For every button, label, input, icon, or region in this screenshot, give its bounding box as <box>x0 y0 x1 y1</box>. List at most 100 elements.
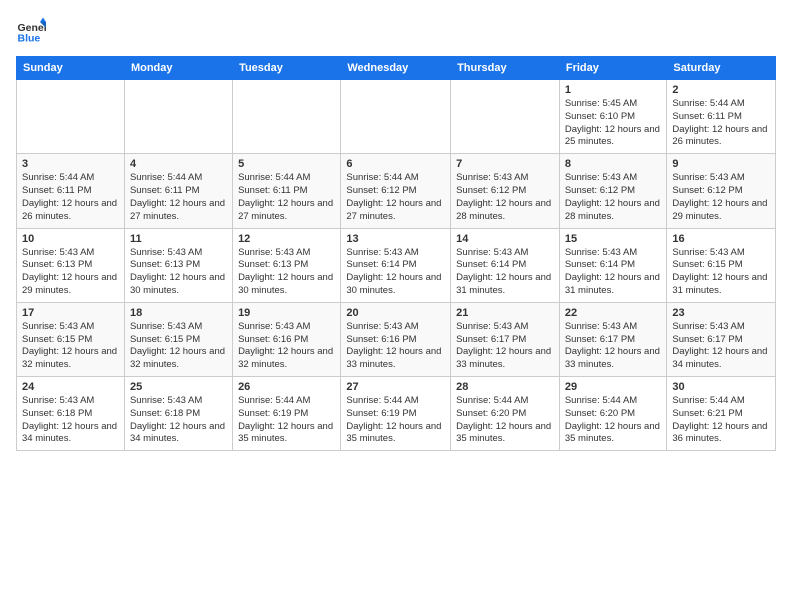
day-detail: Sunrise: 5:43 AM Sunset: 6:14 PM Dayligh… <box>565 247 662 298</box>
calendar: SundayMondayTuesdayWednesdayThursdayFrid… <box>16 56 776 451</box>
day-number: 17 <box>22 307 119 319</box>
day-detail: Sunrise: 5:43 AM Sunset: 6:16 PM Dayligh… <box>238 321 335 372</box>
weekday-header-friday: Friday <box>559 57 667 80</box>
calendar-day-23: 23 Sunrise: 5:43 AM Sunset: 6:17 PM Dayli… <box>667 302 776 376</box>
day-number: 2 <box>672 84 770 96</box>
day-detail: Sunrise: 5:44 AM Sunset: 6:20 PM Dayligh… <box>456 395 554 446</box>
day-number: 29 <box>565 381 662 393</box>
calendar-week-1: 1 Sunrise: 5:45 AM Sunset: 6:10 PM Daylig… <box>17 80 776 154</box>
calendar-day-17: 17Sunrise: 5:43 AM Sunset: 6:15 PM Dayli… <box>17 302 125 376</box>
calendar-day-30: 30 Sunrise: 5:44 AM Sunset: 6:21 PM Dayli… <box>667 377 776 451</box>
day-detail: Sunrise: 5:43 AM Sunset: 6:17 PM Dayligh… <box>456 321 554 372</box>
day-number: 5 <box>238 158 335 170</box>
calendar-empty <box>233 80 341 154</box>
day-detail: Sunrise: 5:43 AM Sunset: 6:14 PM Dayligh… <box>346 247 445 298</box>
day-detail: Sunrise: 5:44 AM Sunset: 6:11 PM Dayligh… <box>672 98 770 149</box>
calendar-day-8: 8 Sunrise: 5:43 AM Sunset: 6:12 PM Daylig… <box>559 154 667 228</box>
day-number: 9 <box>672 158 770 170</box>
day-detail: Sunrise: 5:43 AM Sunset: 6:15 PM Dayligh… <box>672 247 770 298</box>
day-number: 23 <box>672 307 770 319</box>
day-number: 30 <box>672 381 770 393</box>
day-detail: Sunrise: 5:43 AM Sunset: 6:17 PM Dayligh… <box>672 321 770 372</box>
calendar-day-2: 2 Sunrise: 5:44 AM Sunset: 6:11 PM Daylig… <box>667 80 776 154</box>
day-detail: Sunrise: 5:43 AM Sunset: 6:17 PM Dayligh… <box>565 321 662 372</box>
calendar-day-1: 1 Sunrise: 5:45 AM Sunset: 6:10 PM Daylig… <box>559 80 667 154</box>
day-number: 25 <box>130 381 227 393</box>
day-number: 4 <box>130 158 227 170</box>
day-number: 11 <box>130 233 227 245</box>
day-detail: Sunrise: 5:43 AM Sunset: 6:18 PM Dayligh… <box>130 395 227 446</box>
day-number: 1 <box>565 84 662 96</box>
calendar-day-22: 22 Sunrise: 5:43 AM Sunset: 6:17 PM Dayli… <box>559 302 667 376</box>
day-detail: Sunrise: 5:45 AM Sunset: 6:10 PM Dayligh… <box>565 98 662 149</box>
day-detail: Sunrise: 5:44 AM Sunset: 6:11 PM Dayligh… <box>238 172 335 223</box>
day-detail: Sunrise: 5:43 AM Sunset: 6:13 PM Dayligh… <box>238 247 335 298</box>
svg-text:Blue: Blue <box>18 33 41 45</box>
day-number: 18 <box>130 307 227 319</box>
calendar-day-20: 20 Sunrise: 5:43 AM Sunset: 6:16 PM Dayli… <box>341 302 451 376</box>
day-detail: Sunrise: 5:43 AM Sunset: 6:12 PM Dayligh… <box>672 172 770 223</box>
day-detail: Sunrise: 5:43 AM Sunset: 6:13 PM Dayligh… <box>22 247 119 298</box>
day-number: 16 <box>672 233 770 245</box>
calendar-day-21: 21 Sunrise: 5:43 AM Sunset: 6:17 PM Dayli… <box>451 302 560 376</box>
calendar-day-26: 26 Sunrise: 5:44 AM Sunset: 6:19 PM Dayli… <box>233 377 341 451</box>
day-number: 28 <box>456 381 554 393</box>
day-detail: Sunrise: 5:43 AM Sunset: 6:18 PM Dayligh… <box>22 395 119 446</box>
logo: General Blue <box>16 16 50 46</box>
day-number: 20 <box>346 307 445 319</box>
day-detail: Sunrise: 5:44 AM Sunset: 6:19 PM Dayligh… <box>238 395 335 446</box>
day-number: 24 <box>22 381 119 393</box>
day-number: 22 <box>565 307 662 319</box>
calendar-day-15: 15 Sunrise: 5:43 AM Sunset: 6:14 PM Dayli… <box>559 228 667 302</box>
day-number: 7 <box>456 158 554 170</box>
calendar-week-3: 10 Sunrise: 5:43 AM Sunset: 6:13 PM Dayli… <box>17 228 776 302</box>
calendar-day-25: 25 Sunrise: 5:43 AM Sunset: 6:18 PM Dayli… <box>124 377 232 451</box>
calendar-empty <box>451 80 560 154</box>
day-number: 15 <box>565 233 662 245</box>
day-number: 6 <box>346 158 445 170</box>
calendar-empty <box>341 80 451 154</box>
day-detail: Sunrise: 5:44 AM Sunset: 6:11 PM Dayligh… <box>22 172 119 223</box>
calendar-day-6: 6 Sunrise: 5:44 AM Sunset: 6:12 PM Daylig… <box>341 154 451 228</box>
calendar-day-9: 9 Sunrise: 5:43 AM Sunset: 6:12 PM Daylig… <box>667 154 776 228</box>
weekday-header-wednesday: Wednesday <box>341 57 451 80</box>
day-detail: Sunrise: 5:43 AM Sunset: 6:14 PM Dayligh… <box>456 247 554 298</box>
day-number: 26 <box>238 381 335 393</box>
calendar-header: SundayMondayTuesdayWednesdayThursdayFrid… <box>17 57 776 80</box>
calendar-day-7: 7 Sunrise: 5:43 AM Sunset: 6:12 PM Daylig… <box>451 154 560 228</box>
day-detail: Sunrise: 5:44 AM Sunset: 6:11 PM Dayligh… <box>130 172 227 223</box>
day-number: 13 <box>346 233 445 245</box>
logo-icon: General Blue <box>16 16 46 46</box>
calendar-day-5: 5 Sunrise: 5:44 AM Sunset: 6:11 PM Daylig… <box>233 154 341 228</box>
calendar-day-18: 18Sunrise: 5:43 AM Sunset: 6:15 PM Dayli… <box>124 302 232 376</box>
calendar-day-29: 29 Sunrise: 5:44 AM Sunset: 6:20 PM Dayli… <box>559 377 667 451</box>
weekday-header-saturday: Saturday <box>667 57 776 80</box>
weekday-header-thursday: Thursday <box>451 57 560 80</box>
calendar-week-4: 17Sunrise: 5:43 AM Sunset: 6:15 PM Dayli… <box>17 302 776 376</box>
day-detail: Sunrise: 5:44 AM Sunset: 6:21 PM Dayligh… <box>672 395 770 446</box>
calendar-day-3: 3 Sunrise: 5:44 AM Sunset: 6:11 PM Daylig… <box>17 154 125 228</box>
day-number: 12 <box>238 233 335 245</box>
calendar-week-2: 3 Sunrise: 5:44 AM Sunset: 6:11 PM Daylig… <box>17 154 776 228</box>
day-detail: Sunrise: 5:43 AM Sunset: 6:12 PM Dayligh… <box>565 172 662 223</box>
day-number: 3 <box>22 158 119 170</box>
weekday-header-tuesday: Tuesday <box>233 57 341 80</box>
day-number: 21 <box>456 307 554 319</box>
day-detail: Sunrise: 5:43 AM Sunset: 6:16 PM Dayligh… <box>346 321 445 372</box>
calendar-day-19: 19Sunrise: 5:43 AM Sunset: 6:16 PM Dayli… <box>233 302 341 376</box>
day-number: 14 <box>456 233 554 245</box>
weekday-header-monday: Monday <box>124 57 232 80</box>
day-detail: Sunrise: 5:44 AM Sunset: 6:12 PM Dayligh… <box>346 172 445 223</box>
day-number: 10 <box>22 233 119 245</box>
weekday-header-sunday: Sunday <box>17 57 125 80</box>
calendar-empty <box>17 80 125 154</box>
day-number: 8 <box>565 158 662 170</box>
calendar-week-5: 24 Sunrise: 5:43 AM Sunset: 6:18 PM Dayli… <box>17 377 776 451</box>
day-detail: Sunrise: 5:43 AM Sunset: 6:12 PM Dayligh… <box>456 172 554 223</box>
calendar-day-24: 24 Sunrise: 5:43 AM Sunset: 6:18 PM Dayli… <box>17 377 125 451</box>
day-detail: Sunrise: 5:43 AM Sunset: 6:13 PM Dayligh… <box>130 247 227 298</box>
calendar-day-10: 10 Sunrise: 5:43 AM Sunset: 6:13 PM Dayli… <box>17 228 125 302</box>
calendar-day-4: 4 Sunrise: 5:44 AM Sunset: 6:11 PM Daylig… <box>124 154 232 228</box>
day-detail: Sunrise: 5:44 AM Sunset: 6:20 PM Dayligh… <box>565 395 662 446</box>
calendar-day-16: 16 Sunrise: 5:43 AM Sunset: 6:15 PM Dayli… <box>667 228 776 302</box>
